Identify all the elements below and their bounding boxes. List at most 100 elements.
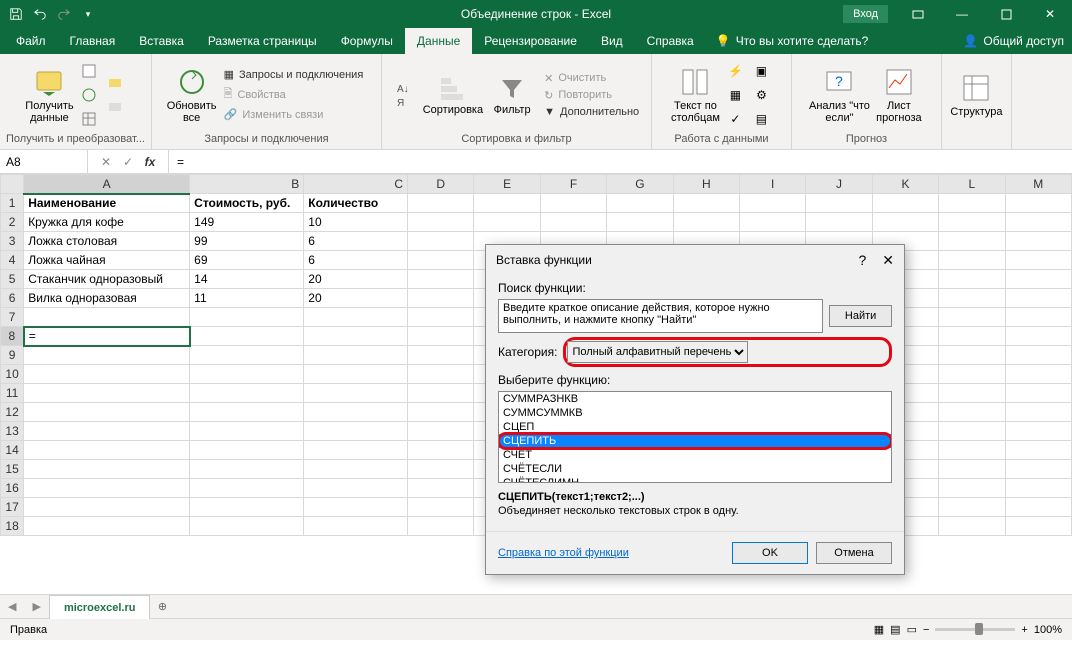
svg-text:A↓: A↓ — [397, 84, 409, 95]
tab-file[interactable]: Файл — [4, 28, 58, 54]
sheet-tabs: ◀ ▶ microexcel.ru ⊕ — [0, 594, 1072, 618]
consolidate-icon[interactable]: ▣ — [750, 60, 772, 82]
relationships-icon[interactable]: ⚙ — [750, 84, 772, 106]
quick-access-toolbar: ▾ — [0, 3, 104, 25]
add-sheet-button[interactable]: ⊕ — [150, 600, 174, 613]
ok-button[interactable]: OK — [732, 542, 808, 564]
from-web-icon[interactable] — [78, 84, 100, 106]
zoom-out-button[interactable]: − — [923, 624, 929, 636]
function-option[interactable]: СЧЁТЕСЛИ — [499, 462, 891, 476]
share-icon: 👤 — [963, 34, 978, 48]
function-listbox[interactable]: СУММРАЗНКВ СУММСУММКВ СЦЕП СЦЕПИТЬ СЧЁТ … — [498, 391, 892, 483]
from-text-icon[interactable] — [78, 60, 100, 82]
data-model-icon[interactable]: ▤ — [750, 108, 772, 130]
dialog-close-icon[interactable]: ✕ — [882, 252, 894, 269]
tab-review[interactable]: Рецензирование — [472, 28, 589, 54]
filter-button[interactable]: Фильтр — [487, 60, 537, 130]
cancel-formula-icon[interactable]: ✕ — [96, 155, 116, 169]
view-normal-icon[interactable]: ▦ — [874, 623, 884, 636]
tab-data[interactable]: Данные — [405, 28, 472, 54]
function-help-link[interactable]: Справка по этой функции — [498, 547, 629, 559]
data-validation-icon[interactable]: ✓ — [724, 108, 746, 130]
category-select[interactable]: Полный алфавитный перечень — [567, 341, 748, 363]
remove-dup-icon[interactable]: ▦ — [724, 84, 746, 106]
maximize-icon[interactable] — [984, 0, 1028, 28]
search-function-input[interactable] — [498, 299, 823, 333]
col-header-D[interactable]: D — [408, 175, 474, 194]
svg-text:?: ? — [835, 73, 843, 89]
view-page-icon[interactable]: ▤ — [890, 623, 900, 636]
tab-page-layout[interactable]: Разметка страницы — [196, 28, 329, 54]
zoom-slider[interactable] — [935, 628, 1015, 631]
cell-A1[interactable]: Наименование — [24, 194, 190, 213]
recent-sources-icon[interactable] — [104, 72, 126, 94]
cell-A8[interactable]: = — [24, 327, 190, 346]
category-label: Категория: — [498, 345, 557, 359]
edit-links-button[interactable]: 🔗Изменить связи — [221, 107, 367, 122]
function-option-selected[interactable]: СЦЕПИТЬ — [499, 434, 891, 448]
confirm-formula-icon[interactable]: ✓ — [118, 155, 138, 169]
document-title: Объединение строк - Excel — [461, 7, 611, 21]
col-header-A[interactable]: A — [24, 175, 190, 194]
bulb-icon: 💡 — [716, 34, 731, 48]
clear-filter-button[interactable]: ✕Очистить — [541, 71, 642, 86]
formula-bar: A8 ✕ ✓ fx = — [0, 150, 1072, 174]
tab-insert[interactable]: Вставка — [127, 28, 196, 54]
tab-home[interactable]: Главная — [58, 28, 128, 54]
login-button[interactable]: Вход — [843, 5, 888, 23]
share-button[interactable]: 👤 Общий доступ — [963, 34, 1064, 48]
col-header-B[interactable]: B — [190, 175, 304, 194]
flash-fill-icon[interactable]: ⚡ — [724, 60, 746, 82]
select-function-label: Выберите функцию: — [498, 373, 892, 387]
formula-input[interactable]: = — [169, 155, 1072, 169]
tab-help[interactable]: Справка — [635, 28, 706, 54]
forecast-sheet-button[interactable]: Лист прогноза — [874, 60, 924, 130]
function-option[interactable]: СЦЕП — [499, 420, 891, 434]
close-icon[interactable]: ✕ — [1028, 0, 1072, 28]
fx-icon[interactable]: fx — [140, 155, 160, 169]
function-signature: СЦЕПИТЬ(текст1;текст2;...) — [498, 491, 892, 503]
function-option[interactable]: СУММСУММКВ — [499, 406, 891, 420]
redo-icon[interactable] — [53, 3, 75, 25]
tab-nav-prev[interactable]: ◀ — [0, 600, 24, 613]
function-option[interactable]: СУММРАЗНКВ — [499, 392, 891, 406]
tab-view[interactable]: Вид — [589, 28, 635, 54]
queries-connections-button[interactable]: ▦Запросы и подключения — [221, 67, 367, 82]
minimize-icon[interactable]: — — [940, 0, 984, 28]
refresh-all-button[interactable]: Обновить все — [167, 60, 217, 130]
zoom-level[interactable]: 100% — [1034, 624, 1062, 636]
col-header-C[interactable]: C — [304, 175, 408, 194]
save-icon[interactable] — [5, 3, 27, 25]
name-box[interactable]: A8 — [0, 150, 88, 173]
sheet-tab-active[interactable]: microexcel.ru — [49, 595, 151, 619]
svg-text:Я: Я — [397, 98, 404, 109]
function-description: Объединяет несколько текстовых строк в о… — [498, 505, 892, 517]
from-table-icon[interactable] — [78, 108, 100, 130]
zoom-in-button[interactable]: + — [1021, 624, 1027, 636]
tell-me-input[interactable]: 💡 Что вы хотите сделать? — [706, 34, 879, 48]
dialog-help-icon[interactable]: ? — [858, 252, 866, 269]
tab-formulas[interactable]: Формулы — [329, 28, 405, 54]
select-all-corner[interactable] — [1, 175, 24, 194]
ribbon-display-icon[interactable] — [896, 0, 940, 28]
find-button[interactable]: Найти — [829, 305, 892, 327]
reapply-filter-button[interactable]: ↻Повторить — [541, 88, 642, 103]
function-option[interactable]: СЧЁТ — [499, 448, 891, 462]
what-if-button[interactable]: ? Анализ "что если" — [809, 60, 870, 130]
tab-nav-next[interactable]: ▶ — [24, 600, 48, 613]
undo-icon[interactable] — [29, 3, 51, 25]
existing-conn-icon[interactable] — [104, 96, 126, 118]
sort-button[interactable]: Сортировка — [423, 60, 483, 130]
dialog-titlebar[interactable]: Вставка функции ? ✕ — [486, 245, 904, 275]
search-label: Поиск функции: — [498, 281, 892, 295]
advanced-filter-button[interactable]: ▼Дополнительно — [541, 105, 642, 119]
properties-button[interactable]: 🗎Свойства — [221, 84, 367, 105]
function-option[interactable]: СЧЁТЕСЛИМН — [499, 476, 891, 483]
sort-az-button[interactable]: A↓ Я — [391, 60, 419, 130]
structure-button[interactable]: Структура — [950, 60, 1002, 130]
qa-customize-icon[interactable]: ▾ — [77, 3, 99, 25]
get-data-button[interactable]: Получить данные — [24, 60, 74, 130]
cancel-button[interactable]: Отмена — [816, 542, 892, 564]
view-break-icon[interactable]: ▭ — [907, 623, 917, 636]
text-to-columns-button[interactable]: Текст по столбцам — [670, 60, 720, 130]
